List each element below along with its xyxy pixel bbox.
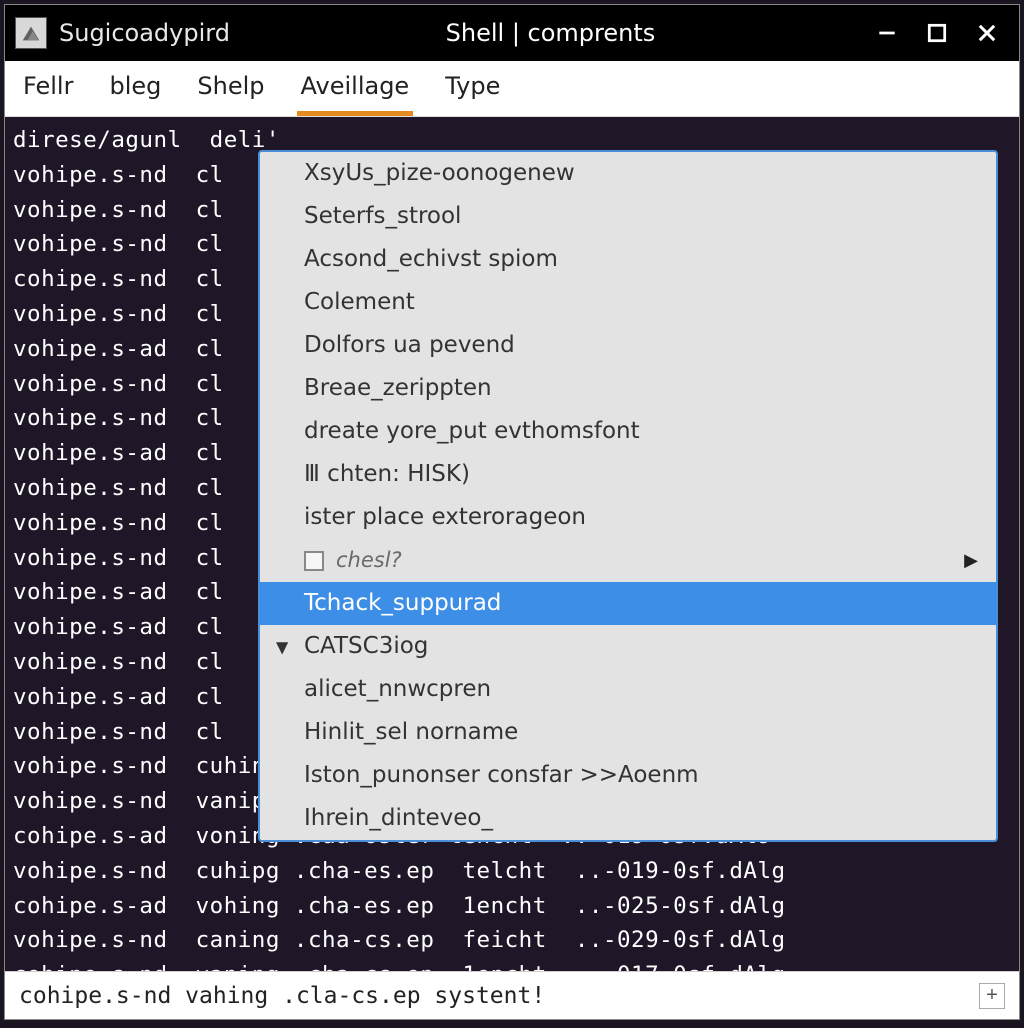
chevron-right-icon: ▶ bbox=[964, 543, 978, 578]
status-text: cohipe.s-nd vahing .cla-cs.ep systent! bbox=[19, 983, 545, 1009]
menu-item-type[interactable]: Type bbox=[441, 61, 504, 116]
autocomplete-label: chesl? bbox=[336, 543, 402, 578]
autocomplete-item[interactable]: dreate yore_put evthomsfont bbox=[260, 410, 996, 453]
add-button[interactable]: + bbox=[979, 983, 1005, 1009]
autocomplete-item[interactable]: alicet_nnwcpren bbox=[260, 668, 996, 711]
statusbar: cohipe.s-nd vahing .cla-cs.ep systent! + bbox=[5, 971, 1019, 1019]
terminal-line: cohipe.s-nd vaning .cha-cs.ep 1encht ..-… bbox=[13, 958, 1011, 971]
terminal-line: cohipe.s-ad vohing .cha-es.ep 1encht ..-… bbox=[13, 889, 1011, 924]
window-title: Shell | comprents bbox=[238, 19, 863, 47]
app-icon bbox=[15, 17, 47, 49]
autocomplete-label: Colement bbox=[304, 289, 415, 315]
autocomplete-item[interactable]: Dolfors ua pevend bbox=[260, 324, 996, 367]
autocomplete-label: Dolfors ua pevend bbox=[304, 332, 515, 358]
autocomplete-item[interactable]: ▼ CATSC3iog bbox=[260, 625, 996, 668]
terminal-line: vohipe.s-nd caning .cha-cs.ep feicht ..-… bbox=[13, 923, 1011, 958]
autocomplete-item[interactable]: Colement bbox=[260, 281, 996, 324]
autocomplete-label: Hinlit_sel norname bbox=[304, 719, 518, 745]
autocomplete-label: Ihrein_dinteveo_ bbox=[304, 805, 493, 831]
titlebar: Sugicoadypird Shell | comprents bbox=[5, 5, 1019, 61]
chevron-down-icon: ▼ bbox=[276, 629, 288, 664]
autocomplete-item[interactable]: XsyUs_pize-oonogenew bbox=[260, 152, 996, 195]
minimize-button[interactable] bbox=[871, 17, 903, 49]
app-name: Sugicoadypird bbox=[59, 19, 230, 47]
autocomplete-label: Acsond_echivst spiom bbox=[304, 246, 558, 272]
autocomplete-item[interactable]: ister place exterorageon bbox=[260, 496, 996, 539]
checkbox-icon bbox=[304, 551, 324, 571]
menu-item-shelp[interactable]: Shelp bbox=[193, 61, 268, 116]
autocomplete-label: XsyUs_pize-oonogenew bbox=[304, 160, 575, 186]
autocomplete-label: CATSC3iog bbox=[304, 633, 428, 659]
close-button[interactable] bbox=[971, 17, 1003, 49]
autocomplete-item[interactable]: Hinlit_sel norname bbox=[260, 711, 996, 754]
window-controls bbox=[871, 17, 1003, 49]
autocomplete-label: Breae_zerippten bbox=[304, 375, 492, 401]
autocomplete-item[interactable]: Tchack_suppurad bbox=[260, 582, 996, 625]
menu-item-aveillage[interactable]: Aveillage bbox=[297, 61, 414, 116]
autocomplete-item[interactable]: Breae_zerippten bbox=[260, 367, 996, 410]
autocomplete-label: Ⅲ chten: HISK) bbox=[304, 461, 470, 487]
autocomplete-label: Iston_punonser consfar >>Aoenm bbox=[304, 762, 699, 788]
autocomplete-label: dreate yore_put evthomsfont bbox=[304, 418, 640, 444]
autocomplete-item[interactable]: Iston_punonser consfar >>Aoenm bbox=[260, 754, 996, 797]
menu-item-bleg[interactable]: bleg bbox=[105, 61, 165, 116]
autocomplete-label: Seterfs_strool bbox=[304, 203, 461, 229]
autocomplete-item[interactable]: Ⅲ chten: HISK) bbox=[260, 453, 996, 496]
autocomplete-item[interactable]: Ihrein_dinteveo_ bbox=[260, 797, 996, 840]
menubar: Fellr bleg Shelp Aveillage Type bbox=[5, 61, 1019, 117]
autocomplete-item[interactable]: Acsond_echivst spiom bbox=[260, 238, 996, 281]
maximize-button[interactable] bbox=[921, 17, 953, 49]
terminal-line: vohipe.s-nd cuhipg .cha-es.ep telcht ..-… bbox=[13, 854, 1011, 889]
menu-item-fellr[interactable]: Fellr bbox=[19, 61, 77, 116]
autocomplete-label: alicet_nnwcpren bbox=[304, 676, 491, 702]
autocomplete-label: Tchack_suppurad bbox=[304, 590, 501, 616]
autocomplete-popup: XsyUs_pize-oonogenew Seterfs_strool Acsond… bbox=[258, 150, 998, 842]
autocomplete-item[interactable]: Seterfs_strool bbox=[260, 195, 996, 238]
autocomplete-label: ister place exterorageon bbox=[304, 504, 586, 530]
autocomplete-item[interactable]: chesl? ▶ bbox=[260, 539, 996, 582]
